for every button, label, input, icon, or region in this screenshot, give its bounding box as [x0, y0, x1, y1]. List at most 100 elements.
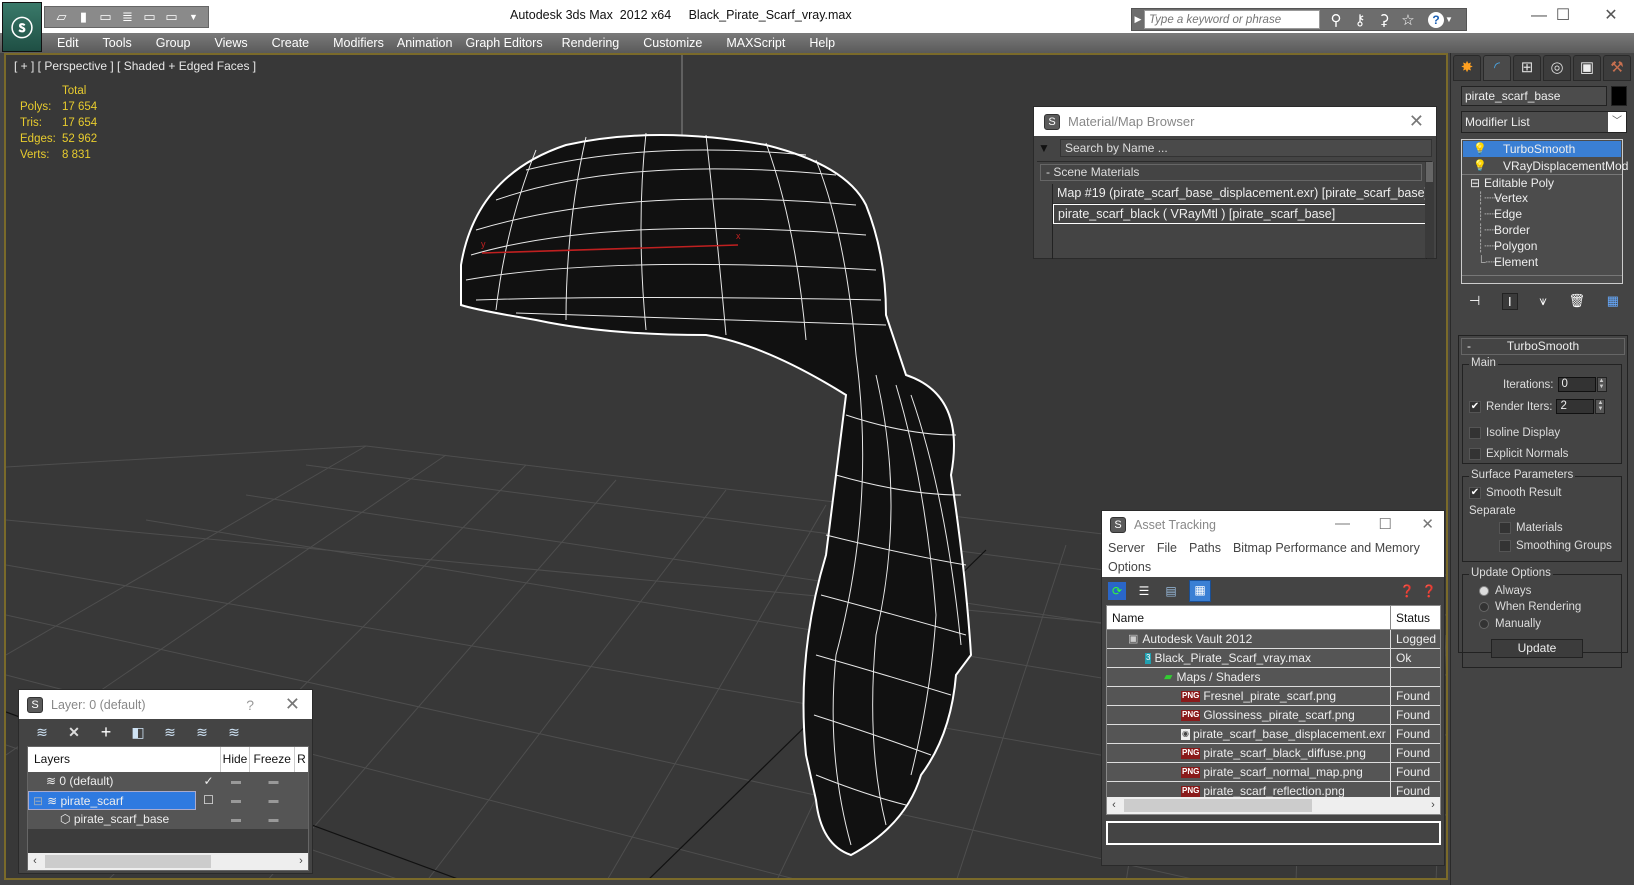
- stack-item-editable-poly[interactable]: ⊟ Editable Poly: [1462, 174, 1622, 190]
- separate-materials-checkbox[interactable]: [1499, 522, 1511, 534]
- vault-help-icon[interactable]: ❓: [1398, 582, 1416, 600]
- update-when-rendering-radio[interactable]: [1479, 602, 1489, 612]
- rollout-header[interactable]: - TurboSmooth: [1461, 338, 1625, 355]
- column-header-status[interactable]: Status: [1391, 606, 1440, 629]
- object-name-field[interactable]: pirate_scarf_base: [1461, 86, 1607, 106]
- asset-row[interactable]: PNG Fresnel_pirate_scarf.png Found: [1107, 687, 1440, 706]
- material-item[interactable]: pirate_scarf_black ( VRayMtl ) [pirate_s…: [1053, 204, 1426, 224]
- menu-customize[interactable]: Customize: [643, 36, 702, 50]
- subobject-edge[interactable]: ┊┄┄ Edge: [1462, 206, 1622, 222]
- help-button[interactable]: ?: [246, 697, 254, 713]
- explicit-normals-checkbox[interactable]: [1469, 448, 1481, 460]
- scroll-left-icon[interactable]: ‹: [1107, 797, 1121, 814]
- dropdown-icon[interactable]: ▼: [185, 9, 202, 25]
- thumbnail-view-icon[interactable]: ▤: [1162, 582, 1180, 600]
- search-by-name-input[interactable]: Search by Name ...: [1060, 138, 1432, 157]
- scroll-left-icon[interactable]: ‹: [28, 853, 42, 870]
- column-header-freeze[interactable]: Freeze: [249, 747, 294, 772]
- freeze-toggle[interactable]: ▬: [251, 791, 296, 810]
- context-help-icon[interactable]: ❓: [1420, 582, 1438, 600]
- show-end-result-icon[interactable]: I: [1502, 292, 1518, 310]
- highlight-layer-icon[interactable]: ≋: [161, 724, 179, 741]
- layer-name-cell[interactable]: ⬡ pirate_scarf_base: [28, 810, 196, 829]
- menu-create[interactable]: Create: [272, 36, 310, 50]
- asset-row[interactable]: ▣Autodesk Vault 2012 Logged O: [1107, 630, 1440, 649]
- keyword-search-input[interactable]: [1144, 10, 1320, 29]
- hierarchy-tab[interactable]: ⊞: [1513, 55, 1541, 81]
- horizontal-scrollbar[interactable]: ‹ ›: [1107, 797, 1440, 814]
- close-icon[interactable]: ✕: [1409, 111, 1424, 132]
- motion-tab[interactable]: ◎: [1543, 55, 1571, 81]
- asset-row[interactable]: PNG Glossiness_pirate_scarf.png Found: [1107, 706, 1440, 725]
- filter-dropdown-icon[interactable]: ▼: [1038, 141, 1054, 155]
- asset-row[interactable]: ▰ Maps / Shaders: [1107, 668, 1440, 687]
- current-layer-toggle[interactable]: [196, 810, 221, 829]
- update-always-radio[interactable]: [1479, 586, 1489, 596]
- add-to-layer-icon[interactable]: +: [97, 722, 115, 743]
- asset-path-field[interactable]: [1106, 821, 1441, 845]
- dialog-titlebar[interactable]: S Material/Map Browser ✕: [1034, 107, 1436, 136]
- delete-layer-icon[interactable]: ✕: [65, 724, 83, 741]
- layer-row[interactable]: ⊟ ≋ pirate_scarf ☐ ▬ ▬: [28, 791, 308, 810]
- hide-toggle[interactable]: ▬: [221, 791, 251, 810]
- hold-icon[interactable]: ▭: [163, 9, 180, 25]
- current-layer-toggle[interactable]: ✓: [196, 772, 221, 791]
- freeze-unfreeze-all-icon[interactable]: ≋: [225, 724, 243, 741]
- dialog-titlebar[interactable]: S Layer: 0 (default) ? ✕: [19, 690, 312, 719]
- app-menu-button[interactable]: ⓢ: [2, 2, 42, 52]
- menu-animation[interactable]: Animation: [397, 36, 453, 50]
- redo-icon[interactable]: ▭: [141, 9, 158, 25]
- menu-edit[interactable]: Edit: [57, 36, 79, 50]
- menu-modifiers[interactable]: Modifiers: [333, 36, 384, 50]
- help-icon[interactable]: ?: [1428, 11, 1444, 28]
- hide-toggle[interactable]: ▬: [221, 772, 251, 791]
- isoline-display-checkbox[interactable]: [1469, 427, 1481, 439]
- menu-help[interactable]: Help: [809, 36, 835, 50]
- separate-smoothing-groups-checkbox[interactable]: [1499, 540, 1511, 552]
- pin-stack-icon[interactable]: ⊣: [1469, 293, 1480, 309]
- configure-sets-icon[interactable]: ▦: [1607, 293, 1619, 309]
- freeze-toggle[interactable]: ▬: [251, 810, 296, 829]
- menu-bitmap-performance[interactable]: Bitmap Performance and Memory: [1233, 539, 1420, 558]
- subobject-border[interactable]: ┊┄┄ Border: [1462, 222, 1622, 238]
- current-layer-toggle[interactable]: ☐: [196, 791, 221, 810]
- menu-graph-editors[interactable]: Graph Editors: [465, 36, 542, 50]
- stack-item-turbosmooth[interactable]: 💡 TurboSmooth: [1463, 141, 1621, 157]
- column-header-layers[interactable]: Layers: [28, 747, 195, 772]
- menu-rendering[interactable]: Rendering: [562, 36, 620, 50]
- render-iters-spinner[interactable]: 2: [1556, 399, 1595, 414]
- layer-row[interactable]: ⬡ pirate_scarf_base ▬ ▬: [28, 810, 308, 829]
- close-icon[interactable]: ✕: [285, 694, 300, 715]
- asset-row[interactable]: PNG pirate_scarf_black_diffuse.png Found: [1107, 744, 1440, 763]
- satellite-icon[interactable]: ⚳: [1372, 11, 1396, 29]
- help-dropdown-icon[interactable]: ▼: [1444, 15, 1454, 24]
- object-color-swatch[interactable]: [1611, 86, 1627, 106]
- hide-unhide-all-icon[interactable]: ≋: [193, 724, 211, 741]
- vertical-scrollbar[interactable]: [1425, 162, 1434, 258]
- scrollbar-thumb[interactable]: [45, 855, 211, 868]
- menu-maxscript[interactable]: MAXScript: [726, 36, 785, 50]
- menu-server[interactable]: Server: [1108, 539, 1145, 558]
- layer-row[interactable]: ≋ 0 (default) ✓ ▬ ▬: [28, 772, 308, 791]
- remove-modifier-icon[interactable]: 🗑: [1568, 293, 1585, 309]
- utilities-tab[interactable]: ⚒: [1603, 55, 1631, 81]
- horizontal-scrollbar[interactable]: ‹ ›: [28, 853, 308, 870]
- viewport-label[interactable]: [ + ] [ Perspective ] [ Shaded + Edged F…: [14, 59, 256, 73]
- layer-name-cell[interactable]: ≋ 0 (default): [28, 772, 196, 791]
- list-view-icon[interactable]: ☰: [1135, 582, 1153, 600]
- binoculars-icon[interactable]: ⚲: [1324, 11, 1348, 29]
- refresh-icon[interactable]: ⟳: [1108, 582, 1126, 600]
- modify-tab[interactable]: ◜: [1483, 55, 1511, 81]
- scroll-right-icon[interactable]: ›: [294, 853, 308, 870]
- menu-group[interactable]: Group: [156, 36, 191, 50]
- column-header-name[interactable]: Name: [1107, 606, 1391, 629]
- scrollbar-thumb[interactable]: [1426, 162, 1433, 182]
- scrollbar-thumb[interactable]: [1124, 799, 1312, 812]
- make-unique-icon[interactable]: ⩛: [1539, 293, 1546, 309]
- close-button[interactable]: ✕: [1421, 515, 1434, 533]
- spinner-arrows[interactable]: ▲ ▼: [1595, 399, 1606, 414]
- maximize-button[interactable]: ☐: [1540, 5, 1586, 27]
- collapse-icon[interactable]: ⊟: [1470, 175, 1480, 191]
- update-manually-radio[interactable]: [1479, 619, 1489, 629]
- spinner-arrows[interactable]: ▲ ▼: [1596, 377, 1607, 392]
